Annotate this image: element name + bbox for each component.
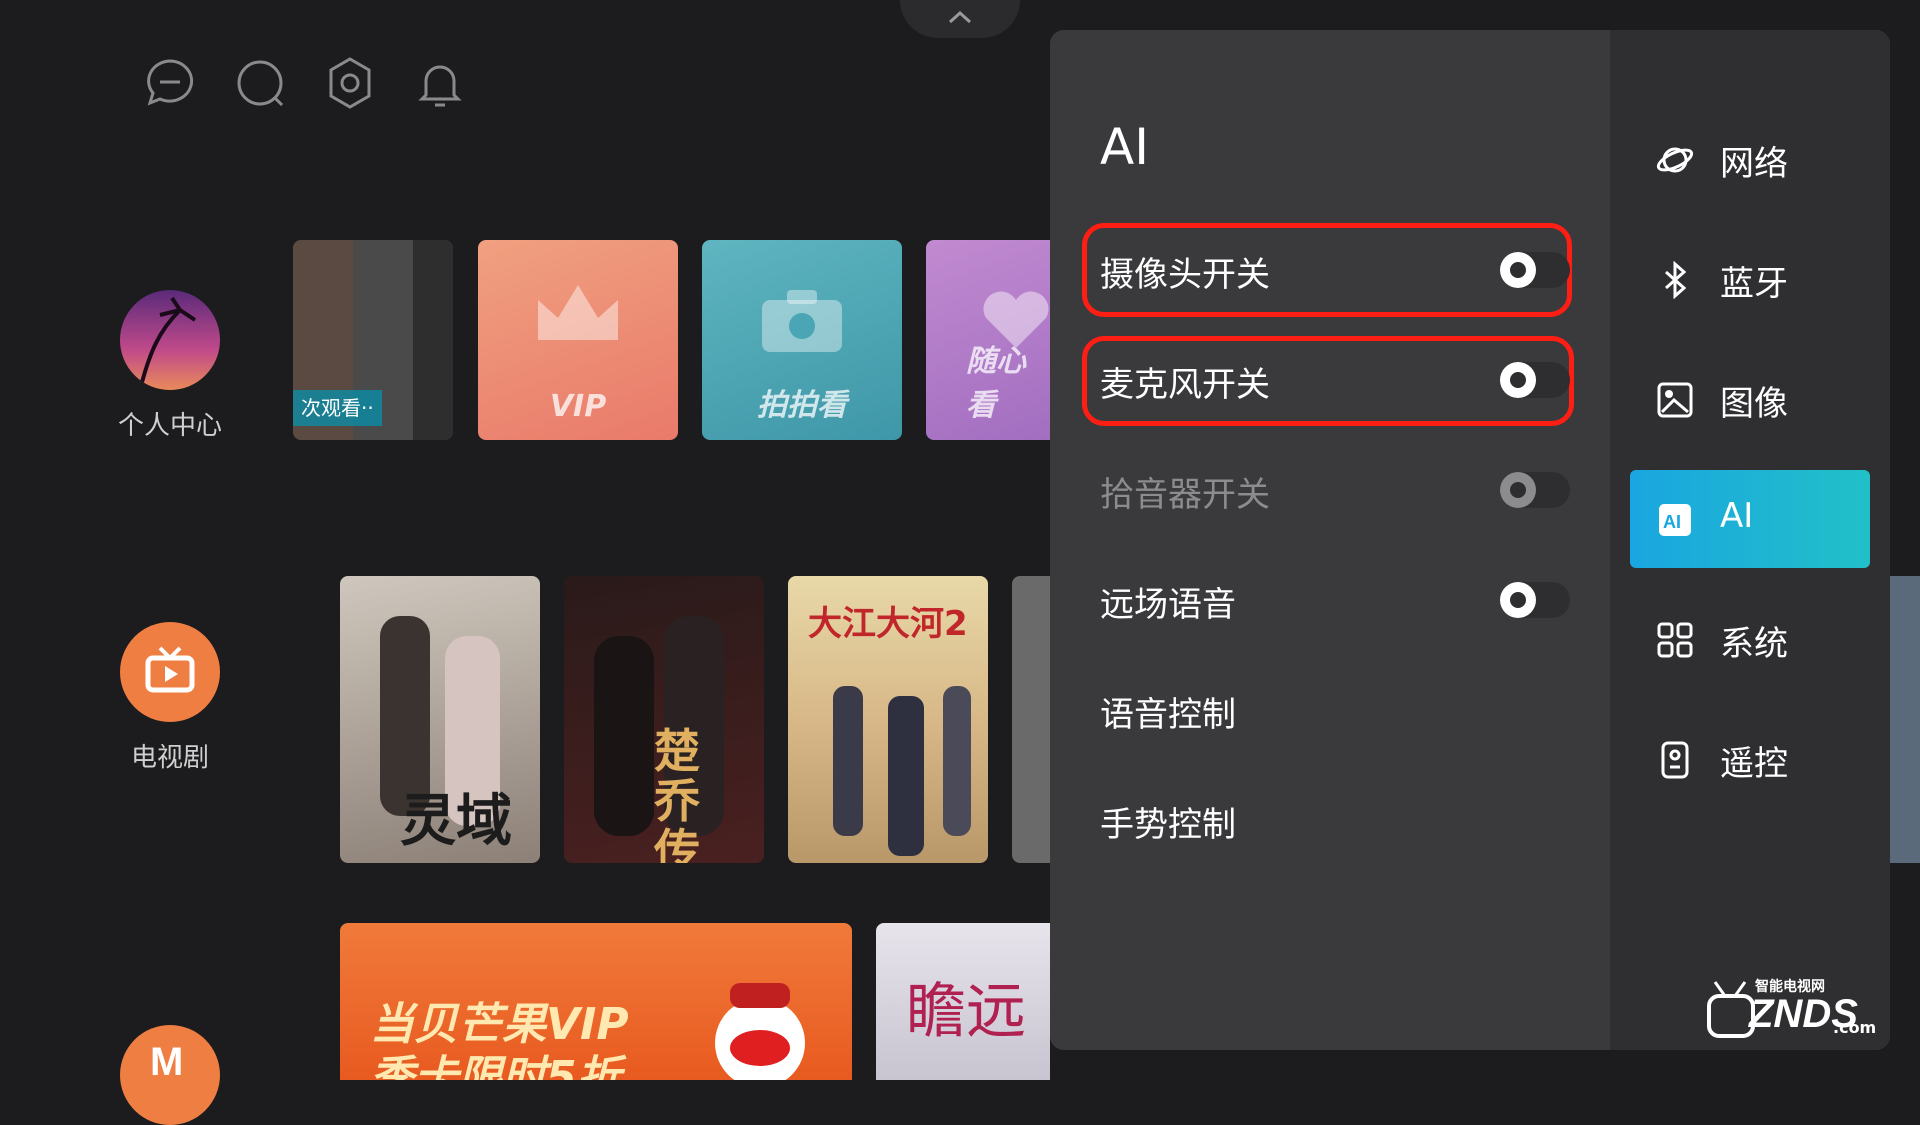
- nav-label-personal-center: 个人中心: [117, 411, 222, 441]
- banner-text: 瞻远: [906, 977, 1026, 1047]
- avatar[interactable]: [120, 290, 220, 390]
- network-planet-icon: [1656, 147, 1694, 173]
- setting-label: 手势控制: [1100, 805, 1236, 845]
- grid-icon: [1657, 622, 1693, 658]
- poster-partial[interactable]: [1012, 576, 1050, 863]
- vip-label: VIP: [549, 389, 607, 424]
- settings-categories: 网络 蓝牙 图像 AI AI 系统 遥控: [1610, 30, 1890, 1050]
- svg-text:M: M: [150, 1040, 183, 1084]
- pickup-toggle[interactable]: [1500, 472, 1570, 508]
- setting-label: 麦克风开关: [1100, 365, 1270, 405]
- category-label: AI: [1720, 496, 1754, 536]
- setting-label: 远场语音: [1100, 585, 1236, 625]
- suixin-label: 随心看: [966, 344, 1026, 423]
- poster-title: 大江大河2: [808, 604, 968, 644]
- chevron-up-icon: [948, 10, 972, 24]
- mango-nav[interactable]: M: [120, 1025, 220, 1125]
- category-label: 网络: [1720, 144, 1788, 184]
- poster-chuqiaozhuan[interactable]: 楚乔传: [564, 576, 764, 863]
- remote-icon: [1661, 741, 1689, 779]
- setting-gesture-control[interactable]: 手势控制: [1100, 775, 1620, 865]
- suixin-tile[interactable]: 随心看: [926, 240, 1050, 440]
- crown-icon: [538, 285, 618, 340]
- recent-watch-tile[interactable]: 次观看··: [293, 240, 453, 440]
- tv-icon: [145, 646, 195, 693]
- poster-title: 灵域: [400, 788, 512, 854]
- paipai-tile[interactable]: 拍拍看: [702, 240, 902, 440]
- panel-title: AI: [1100, 118, 1149, 176]
- category-label: 系统: [1720, 624, 1788, 664]
- znds-watermark: 智能电视网 ZNDS .com: [1705, 976, 1877, 1050]
- mango-vip-banner[interactable]: 当贝芒果VIP 季卡限时5折: [340, 923, 852, 1080]
- camera-toggle[interactable]: [1500, 252, 1570, 288]
- poster-lingyu[interactable]: 灵域: [340, 576, 540, 863]
- category-label: 蓝牙: [1720, 264, 1788, 304]
- nav-label-tv-series: 电视剧: [130, 743, 209, 773]
- image-icon: [1657, 382, 1693, 418]
- gear-icon[interactable]: [322, 55, 378, 111]
- drama-banner[interactable]: 瞻远: [876, 923, 1050, 1080]
- vip-tile[interactable]: VIP: [478, 240, 678, 440]
- setting-far-field-voice[interactable]: 远场语音: [1100, 555, 1620, 645]
- banner-line2: 季卡限时5折: [370, 1052, 621, 1080]
- watermark-suffix: .com: [1833, 1018, 1877, 1037]
- category-label: 图像: [1720, 384, 1788, 424]
- setting-label: 摄像头开关: [1100, 255, 1270, 295]
- svg-text:AI: AI: [1663, 512, 1681, 532]
- setting-label: 拾音器开关: [1100, 475, 1270, 515]
- paipai-label: 拍拍看: [757, 388, 847, 423]
- setting-label: 语音控制: [1100, 695, 1236, 735]
- search-icon[interactable]: [232, 55, 288, 111]
- category-image[interactable]: 图像: [1630, 350, 1870, 448]
- tv-series-nav[interactable]: [120, 622, 220, 722]
- category-bluetooth[interactable]: 蓝牙: [1630, 230, 1870, 328]
- settings-panel: AI 摄像头开关 麦克风开关 拾音器开关 远场语音 语音控制 手势控制 网络 蓝…: [1050, 30, 1890, 1050]
- mango-icon: M: [150, 1040, 183, 1084]
- category-label: 遥控: [1720, 744, 1788, 784]
- setting-camera-switch[interactable]: 摄像头开关: [1100, 225, 1620, 315]
- settings-detail: AI 摄像头开关 麦克风开关 拾音器开关 远场语音 语音控制 手势控制: [1050, 30, 1610, 1050]
- pull-up-tab[interactable]: [900, 0, 1020, 38]
- mic-toggle[interactable]: [1500, 362, 1570, 398]
- category-remote[interactable]: 遥控: [1630, 710, 1870, 808]
- setting-mic-switch[interactable]: 麦克风开关: [1100, 335, 1620, 425]
- camera-icon: [762, 290, 842, 352]
- poster-dajiangdahe2[interactable]: 大江大河2: [788, 576, 988, 863]
- bell-icon[interactable]: [412, 55, 468, 111]
- category-ai[interactable]: AI AI: [1630, 470, 1870, 568]
- chat-icon[interactable]: [142, 55, 198, 111]
- mascot-icon: [715, 983, 805, 1080]
- category-network[interactable]: 网络: [1630, 110, 1870, 208]
- category-system[interactable]: 系统: [1630, 590, 1870, 688]
- setting-voice-control[interactable]: 语音控制: [1100, 665, 1620, 755]
- far-field-toggle[interactable]: [1500, 582, 1570, 618]
- poster-title: 楚乔传: [654, 724, 700, 863]
- bluetooth-icon: [1665, 261, 1687, 299]
- poster-partial-right[interactable]: [1890, 576, 1920, 863]
- setting-pickup-switch[interactable]: 拾音器开关: [1100, 445, 1620, 535]
- ai-icon: AI: [1659, 504, 1691, 536]
- recent-watch-label: 次观看··: [293, 390, 382, 426]
